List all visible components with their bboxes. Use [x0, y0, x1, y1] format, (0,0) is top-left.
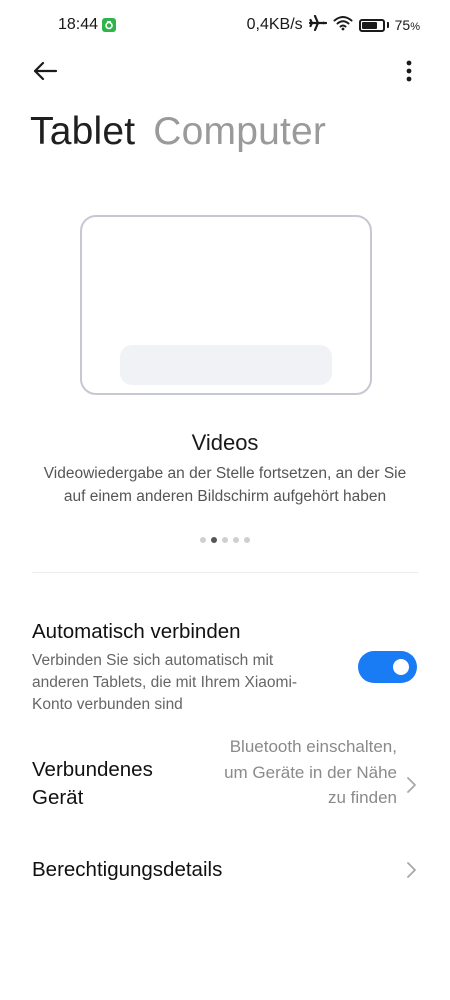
- carousel-dot: [233, 537, 239, 543]
- feature-description: Videowiedergabe an der Stelle fortsetzen…: [43, 465, 407, 505]
- auto-connect-description: Verbinden Sie sich automatisch mit ander…: [32, 652, 298, 713]
- status-left: 18:44: [58, 16, 117, 34]
- tablet-illustration: [80, 215, 372, 395]
- battery-fill: [361, 21, 377, 29]
- back-button[interactable]: [28, 54, 62, 88]
- connected-device-title: Verbundenes Gerät: [32, 758, 153, 809]
- airplane-icon: [308, 14, 327, 36]
- app-notification-icon: [102, 18, 117, 32]
- wifi-icon: [333, 15, 353, 36]
- tab-computer[interactable]: Computer: [153, 110, 326, 154]
- screen: 18:44 0,4KB/s 75% Tablet Computer Videos…: [0, 0, 450, 1000]
- connected-device-value: Bluetooth einschalten, um Geräte in der …: [224, 737, 397, 807]
- feature-title: Videos: [191, 430, 259, 455]
- battery-percent-suffix: %: [410, 21, 420, 33]
- tab-tablet[interactable]: Tablet: [30, 110, 135, 154]
- battery-body: [358, 18, 385, 32]
- carousel-dot: [200, 537, 206, 543]
- chevron-right-icon: [407, 777, 416, 793]
- video-bar-illustration: [120, 345, 332, 385]
- connected-device-row[interactable]: Verbundenes Gerät Bluetooth einschalten,…: [0, 732, 450, 836]
- auto-connect-title: Automatisch verbinden: [32, 620, 241, 643]
- arrow-left-icon: [33, 61, 58, 81]
- toggle-knob: [393, 659, 409, 675]
- carousel-dot: [222, 537, 228, 543]
- carousel-dot: [244, 537, 250, 543]
- network-speed: 0,4KB/s: [246, 16, 303, 33]
- chevron-right-icon: [407, 862, 416, 878]
- battery-percent-value: 75: [394, 17, 411, 33]
- carousel-dot: [211, 537, 217, 543]
- more-vertical-icon: [406, 60, 412, 82]
- battery-cap: [386, 22, 389, 28]
- battery-percent: 75%: [395, 17, 420, 33]
- permission-details-row[interactable]: Berechtigungsdetails: [0, 848, 450, 892]
- status-time: 18:44: [58, 16, 99, 33]
- status-bar: 18:44 0,4KB/s 75%: [0, 0, 450, 50]
- permission-details-title: Berechtigungsdetails: [32, 858, 223, 881]
- more-options-button[interactable]: [392, 54, 426, 88]
- battery-icon: [358, 18, 389, 32]
- auto-connect-toggle[interactable]: [358, 651, 417, 683]
- divider: [32, 572, 418, 573]
- device-type-tabs: Tablet Computer: [30, 110, 326, 154]
- carousel-page-indicator: [0, 537, 450, 543]
- status-right: 0,4KB/s 75%: [246, 14, 420, 36]
